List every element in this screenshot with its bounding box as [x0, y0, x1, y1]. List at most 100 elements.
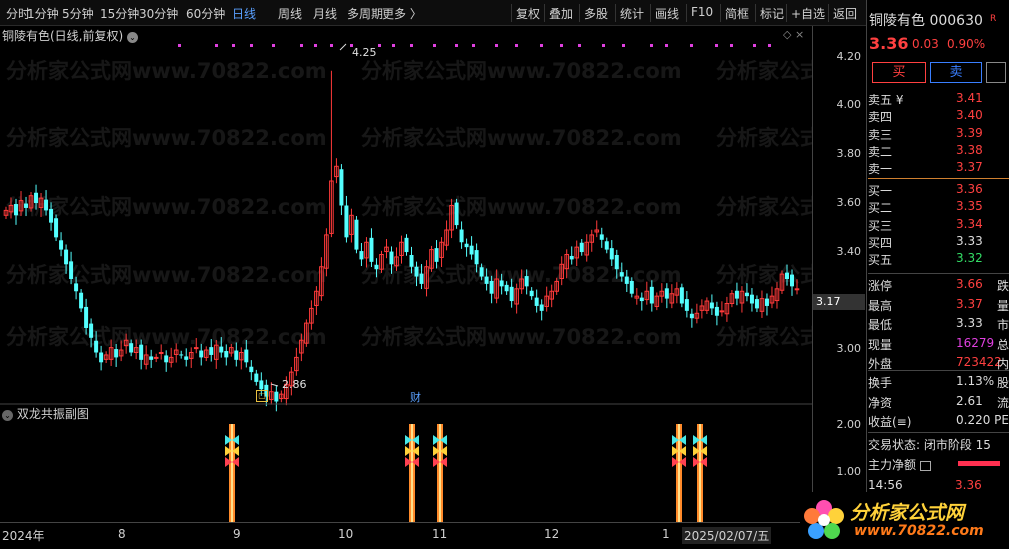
candle[interactable] [164, 350, 169, 372]
toolbar-item-8[interactable]: 月线 [313, 5, 337, 22]
candle[interactable] [429, 245, 434, 272]
candle[interactable] [459, 221, 464, 249]
candle[interactable] [579, 239, 584, 256]
sub-chart-settings-icon[interactable]: ⌄ [2, 410, 13, 421]
candle[interactable] [589, 229, 595, 252]
candle[interactable] [59, 232, 64, 257]
candle[interactable] [384, 239, 389, 259]
candle[interactable] [254, 369, 259, 386]
toolbar-item-9[interactable]: 多周期 [347, 5, 383, 22]
ask-row[interactable]: 卖四 3.40 [868, 108, 1009, 125]
candle[interactable] [679, 283, 684, 308]
bid-row[interactable]: 买四 3.33 [868, 234, 1009, 251]
resonance-signal[interactable] [225, 424, 239, 522]
candle[interactable] [349, 208, 354, 243]
candle[interactable] [749, 288, 754, 312]
candle[interactable] [684, 291, 689, 318]
toolbar-item-10[interactable]: 更多 〉 [382, 5, 422, 22]
toolbar-action-3[interactable]: 统计 [620, 5, 644, 22]
candle[interactable] [314, 286, 319, 316]
candle[interactable] [759, 290, 765, 318]
candle[interactable] [454, 198, 459, 229]
candle[interactable] [79, 289, 84, 313]
toolbar-item-3[interactable]: 15分钟 [100, 5, 139, 22]
candle[interactable] [469, 236, 474, 260]
bid-row[interactable]: 买一 3.36 [868, 182, 1009, 199]
candle[interactable] [764, 293, 769, 316]
toolbar-action-0[interactable]: 复权 [516, 5, 540, 22]
candle[interactable] [709, 294, 714, 316]
toolbar-action-7[interactable]: 标记 [760, 5, 784, 22]
toolbar-item-2[interactable]: 5分钟 [62, 5, 94, 22]
candle[interactable] [354, 216, 359, 254]
candle[interactable] [654, 292, 660, 311]
candle[interactable] [529, 287, 534, 300]
candle[interactable] [184, 348, 189, 367]
candle[interactable] [99, 345, 104, 371]
candle[interactable] [334, 158, 339, 184]
ask-row[interactable]: 卖一 3.37 [868, 160, 1009, 177]
diamond-icon[interactable]: ◇ [783, 28, 791, 41]
candle[interactable] [724, 296, 730, 322]
candle[interactable] [694, 303, 700, 324]
ask-row[interactable]: 卖二 3.38 [868, 143, 1009, 160]
candle[interactable] [584, 234, 590, 262]
ask-row[interactable]: 卖三 3.39 [868, 126, 1009, 143]
toolbar-item-4[interactable]: 30分钟 [139, 5, 178, 22]
candle[interactable] [399, 235, 404, 264]
candle[interactable] [769, 286, 775, 309]
candle[interactable] [269, 382, 274, 405]
toolbar-action-1[interactable]: 叠加 [549, 5, 573, 22]
toolbar-item-6[interactable]: 日线 [232, 5, 256, 22]
resonance-signal[interactable] [433, 424, 447, 522]
candle[interactable] [594, 220, 600, 238]
candle[interactable] [153, 353, 159, 363]
candle[interactable] [729, 290, 735, 308]
candle[interactable] [274, 385, 279, 412]
candle[interactable] [188, 347, 194, 368]
candle[interactable] [599, 227, 604, 248]
resonance-signal[interactable] [405, 424, 419, 522]
candle[interactable] [344, 195, 349, 243]
candle[interactable] [639, 292, 644, 311]
candle[interactable] [464, 238, 469, 257]
candle[interactable] [279, 390, 284, 403]
candle[interactable] [719, 301, 725, 317]
candle[interactable] [514, 283, 519, 314]
toolbar-action-5[interactable]: F10 [691, 5, 713, 19]
resonance-signal[interactable] [693, 424, 707, 522]
candle[interactable] [339, 164, 344, 216]
candle[interactable] [103, 351, 109, 364]
kline-chart[interactable]: 分析家公式网www.70822.com 分析家公式网www.70822.com 分析… [0, 26, 812, 522]
chart-window-controls[interactable]: ◇ × [783, 28, 804, 41]
list-icon[interactable] [919, 460, 931, 471]
candle[interactable] [168, 347, 174, 368]
bid-row[interactable]: 买三 3.34 [868, 217, 1009, 234]
ask-row[interactable]: 卖五 ¥3.41 [868, 91, 1009, 108]
toolbar-action-4[interactable]: 画线 [655, 5, 679, 22]
candle[interactable] [549, 284, 554, 308]
candle[interactable] [739, 286, 745, 313]
more-trade-button[interactable] [986, 62, 1006, 83]
sell-button[interactable]: 卖 [930, 62, 982, 83]
candle[interactable] [689, 308, 694, 328]
finance-marker[interactable]: 财 [410, 389, 421, 405]
candle[interactable] [238, 347, 244, 370]
candle[interactable] [699, 299, 705, 319]
candle[interactable] [604, 237, 609, 254]
candle[interactable] [704, 297, 710, 315]
candle[interactable] [179, 350, 184, 359]
candle[interactable] [539, 299, 544, 321]
toolbar-item-5[interactable]: 60分钟 [186, 5, 225, 22]
toolbar-item-7[interactable]: 周线 [278, 5, 302, 22]
candle[interactable] [329, 70, 334, 238]
candle[interactable] [714, 301, 719, 326]
candle[interactable] [634, 288, 640, 305]
toolbar-action-8[interactable]: +自选 [791, 5, 825, 22]
candle[interactable] [534, 289, 539, 313]
bid-row[interactable]: 买二 3.35 [868, 199, 1009, 216]
candle[interactable] [544, 286, 549, 312]
candle[interactable] [369, 228, 374, 267]
toolbar-action-2[interactable]: 多股 [584, 5, 608, 22]
candle[interactable] [754, 295, 759, 313]
